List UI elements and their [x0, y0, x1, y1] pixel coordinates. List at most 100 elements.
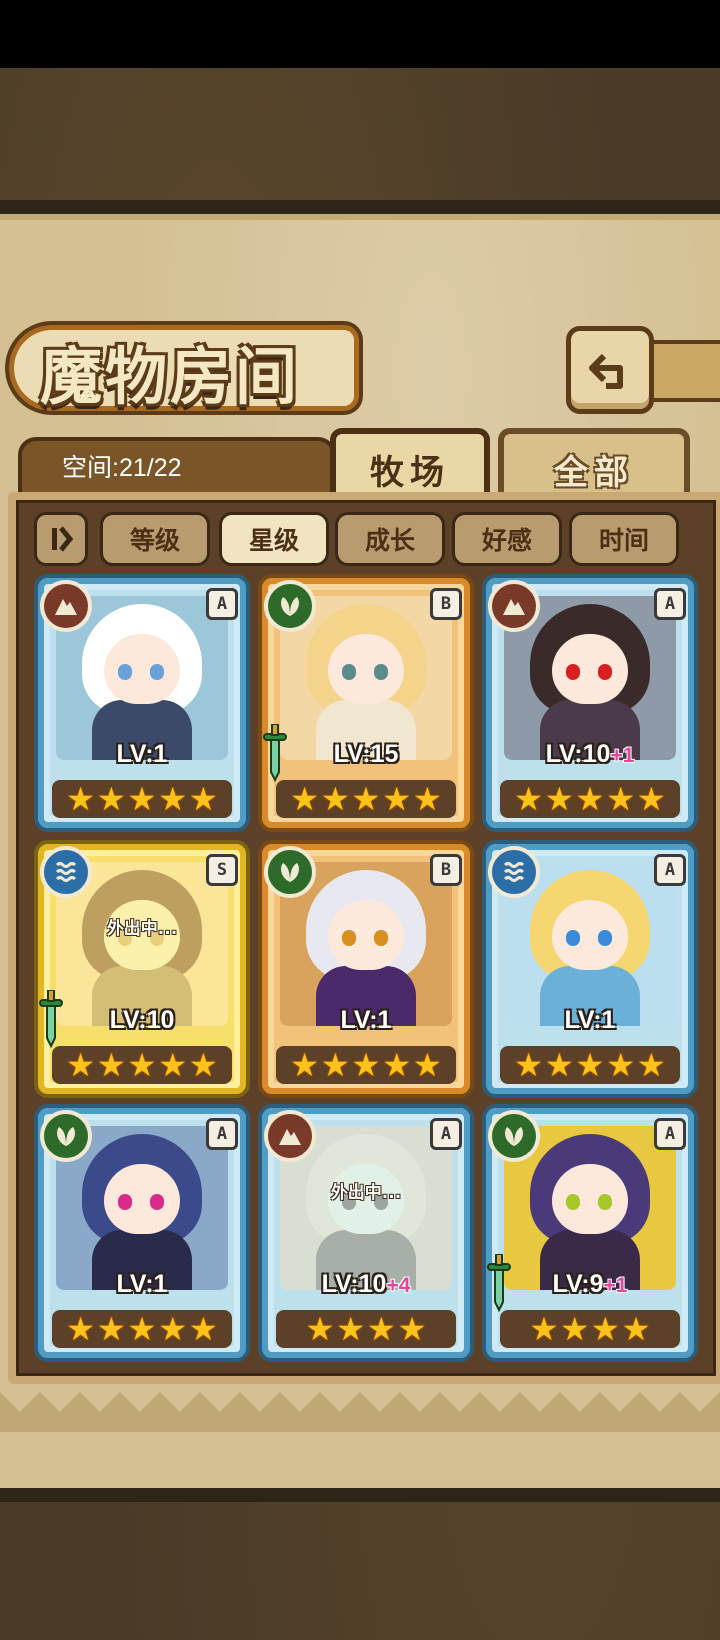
level-value: LV:10	[545, 740, 611, 768]
level-value: LV:1	[340, 1006, 392, 1034]
level-value: LV:15	[333, 740, 399, 768]
star-icon: ★	[127, 1310, 157, 1348]
star-icon: ★	[336, 1310, 365, 1348]
star-icon: ★	[514, 780, 543, 818]
star-rating: ★ ★ ★ ★ ★	[52, 1310, 232, 1348]
rank-badge: A	[206, 1118, 238, 1150]
star-icon: ★	[591, 1310, 620, 1348]
star-rating: ★ ★ ★ ★ ★	[276, 780, 456, 818]
level-value: LV:1	[116, 740, 168, 768]
monster-card[interactable]: B LV:15 ★ ★ ★ ★ ★	[258, 574, 474, 832]
star-icon: ★	[127, 1046, 157, 1084]
sort-by-time-button[interactable]: 时间	[569, 512, 679, 566]
away-status: 外出中...	[330, 1183, 402, 1203]
sort-by-affection-button[interactable]: 好感	[452, 512, 562, 566]
rank-badge: A	[430, 1118, 462, 1150]
monster-card[interactable]: A LV:1 ★ ★ ★ ★ ★	[34, 1104, 250, 1362]
nature-element-icon	[264, 580, 316, 632]
sort-order-toggle[interactable]	[34, 512, 88, 566]
return-arrow-icon	[589, 353, 623, 389]
star-icon: ★	[367, 1310, 396, 1348]
monster-card[interactable]: B LV:1 ★ ★ ★ ★ ★	[258, 840, 474, 1098]
star-icon: ★	[96, 1310, 126, 1348]
star-rating: ★ ★ ★ ★ ★	[276, 1046, 456, 1084]
star-icon: ★	[575, 780, 605, 818]
star-icon: ★	[320, 1046, 350, 1084]
star-icon: ★	[413, 1046, 442, 1084]
monster-level: LV:1	[262, 1006, 470, 1035]
rank-badge: B	[430, 588, 462, 620]
page-title: 魔物房间	[40, 340, 301, 413]
star-icon: ★	[382, 1046, 412, 1084]
level-value: LV:9	[552, 1270, 604, 1298]
water-element-icon	[40, 846, 92, 898]
earth-element-icon	[488, 580, 540, 632]
star-icon: ★	[66, 1046, 95, 1084]
monster-level: LV:1	[38, 740, 246, 769]
monster-card[interactable]: 外出中... S LV:10 ★ ★ ★ ★ ★	[34, 840, 250, 1098]
star-icon: ★	[621, 1310, 651, 1348]
star-icon: ★	[382, 780, 412, 818]
rank-badge: S	[206, 854, 238, 886]
monster-card[interactable]: A LV:10+1 ★ ★ ★ ★ ★	[482, 574, 698, 832]
star-icon: ★	[575, 1046, 605, 1084]
level-bonus: +1	[610, 744, 635, 767]
star-icon: ★	[96, 1046, 126, 1084]
star-rating: ★ ★ ★ ★	[500, 1310, 680, 1348]
star-rating: ★ ★ ★ ★ ★	[52, 780, 232, 818]
monster-card[interactable]: A LV:9+1 ★ ★ ★ ★	[482, 1104, 698, 1362]
back-button-rail	[648, 340, 720, 402]
star-icon: ★	[189, 780, 218, 818]
star-rating: ★ ★ ★ ★ ★	[500, 780, 680, 818]
monster-level: LV:9+1	[486, 1270, 694, 1299]
level-value: LV:1	[564, 1006, 616, 1034]
rank-badge: B	[430, 854, 462, 886]
water-element-icon	[488, 846, 540, 898]
earth-element-icon	[264, 1110, 316, 1162]
star-icon: ★	[127, 780, 157, 818]
star-icon: ★	[544, 1046, 574, 1084]
star-icon: ★	[560, 1310, 589, 1348]
star-icon: ★	[189, 1046, 218, 1084]
level-value: LV:1	[116, 1270, 168, 1298]
star-icon: ★	[413, 780, 442, 818]
star-icon: ★	[320, 780, 350, 818]
monster-level: LV:1	[486, 1006, 694, 1035]
monster-card[interactable]: A LV:1 ★ ★ ★ ★ ★	[34, 574, 250, 832]
sort-order-icon	[52, 526, 74, 552]
star-icon: ★	[544, 780, 574, 818]
nature-element-icon	[40, 1110, 92, 1162]
star-icon: ★	[637, 1046, 666, 1084]
sort-by-level-button[interactable]: 等级	[100, 512, 210, 566]
star-icon: ★	[290, 1046, 319, 1084]
star-rating: ★ ★ ★ ★ ★	[500, 1046, 680, 1084]
star-icon: ★	[189, 1310, 218, 1348]
star-icon: ★	[351, 1046, 381, 1084]
monster-level: LV:10+4	[262, 1270, 470, 1299]
star-rating: ★ ★ ★ ★ ★	[52, 1046, 232, 1084]
sort-by-star-button[interactable]: 星级	[219, 512, 329, 566]
star-icon: ★	[351, 780, 381, 818]
star-icon: ★	[66, 1310, 95, 1348]
monster-card[interactable]: 外出中... A LV:10+4 ★ ★ ★ ★	[258, 1104, 474, 1362]
sort-by-growth-button[interactable]: 成长	[335, 512, 445, 566]
away-status: 外出中...	[106, 919, 178, 939]
star-icon: ★	[637, 780, 666, 818]
nature-element-icon	[264, 846, 316, 898]
back-button[interactable]	[566, 326, 654, 414]
star-icon: ★	[290, 780, 319, 818]
panel-torn-edge	[0, 1392, 720, 1432]
rank-badge: A	[654, 1118, 686, 1150]
level-bonus: +4	[386, 1274, 411, 1297]
star-icon: ★	[158, 780, 188, 818]
level-value: LV:10	[109, 1006, 175, 1034]
star-icon: ★	[66, 780, 95, 818]
star-icon: ★	[606, 780, 636, 818]
star-icon: ★	[158, 1046, 188, 1084]
star-icon: ★	[158, 1310, 188, 1348]
earth-element-icon	[40, 580, 92, 632]
star-rating: ★ ★ ★ ★	[276, 1310, 456, 1348]
star-icon: ★	[397, 1310, 427, 1348]
star-icon: ★	[514, 1046, 543, 1084]
monster-card[interactable]: A LV:1 ★ ★ ★ ★ ★	[482, 840, 698, 1098]
